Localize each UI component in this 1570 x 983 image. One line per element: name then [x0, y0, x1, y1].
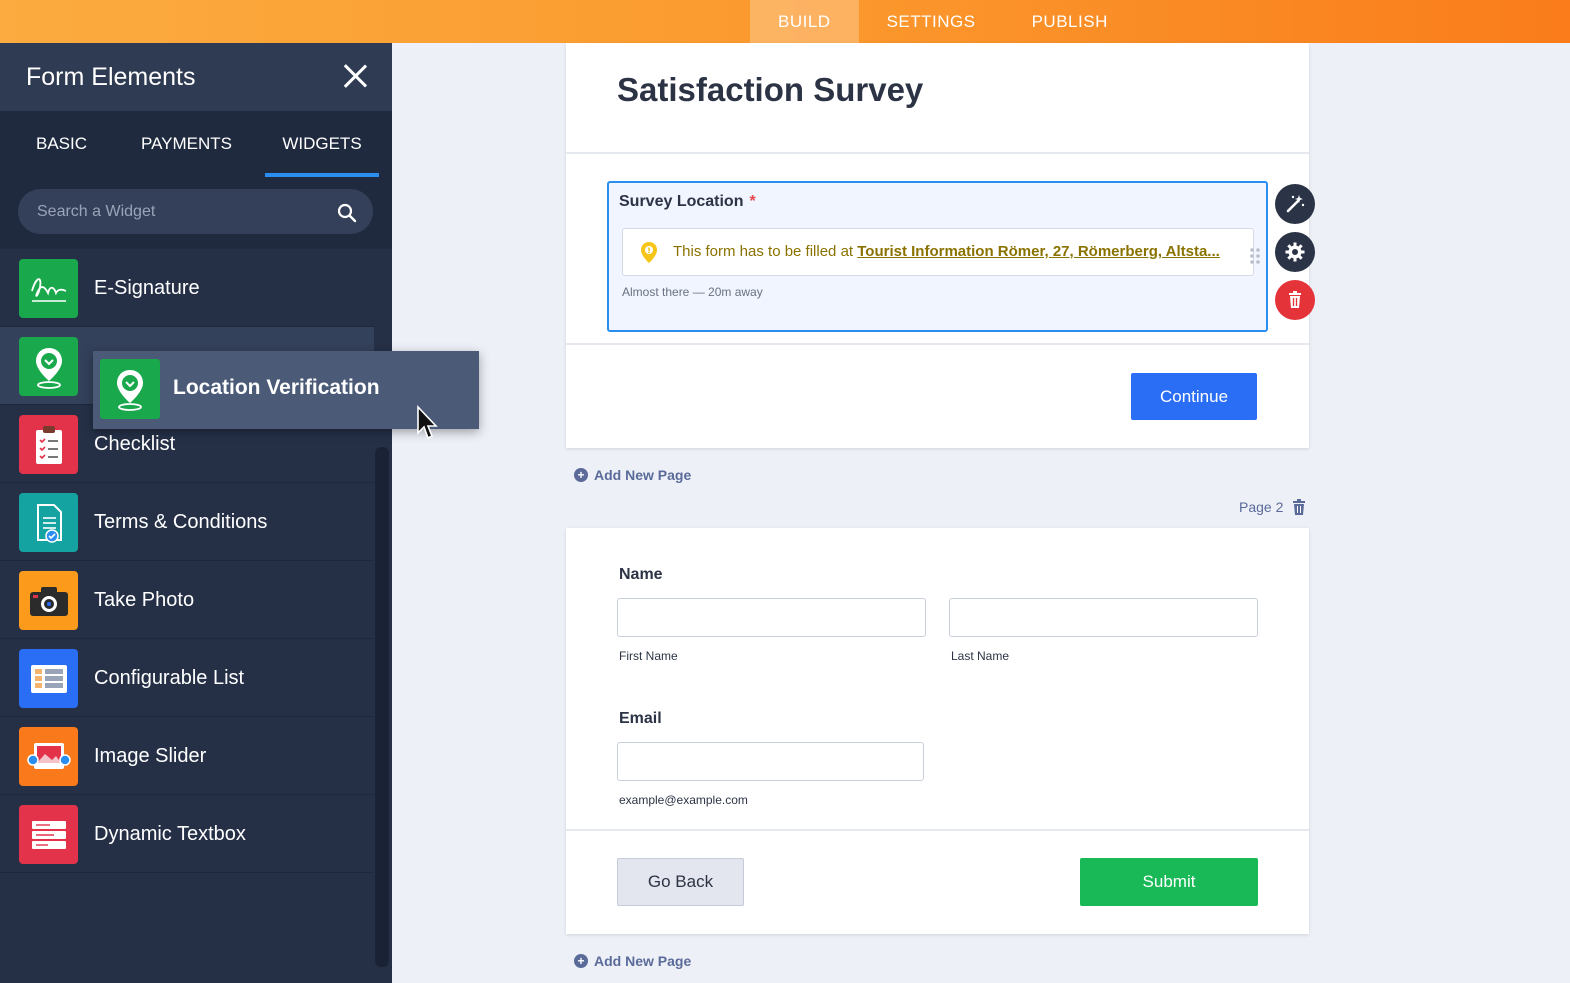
location-distance-text: Almost there — 20m away	[622, 285, 763, 299]
sidebar-scrollbar[interactable]	[375, 447, 389, 967]
widget-item-terms-conditions[interactable]: Terms & Conditions	[0, 483, 374, 561]
continue-button[interactable]: Continue	[1131, 373, 1257, 420]
form-title[interactable]: Satisfaction Survey	[617, 71, 923, 109]
tab-settings[interactable]: SETTINGS	[859, 0, 1004, 43]
widget-search-input[interactable]	[18, 189, 373, 234]
image-slider-icon	[19, 727, 78, 786]
first-name-input[interactable]	[617, 598, 926, 637]
map-pin-icon	[641, 242, 657, 263]
sidebar-tabs: BASIC PAYMENTS WIDGETS	[0, 111, 392, 177]
tab-build[interactable]: BUILD	[750, 0, 859, 43]
widget-item-label: Terms & Conditions	[94, 511, 268, 533]
location-notice-text: This form has to be filled at Tourist In…	[673, 243, 1220, 260]
gear-icon	[1285, 242, 1305, 262]
tab-payments[interactable]: PAYMENTS	[141, 111, 232, 177]
widget-item-e-signature[interactable]: E-Signature	[0, 249, 374, 327]
last-name-input[interactable]	[949, 598, 1258, 637]
top-bar: BUILD SETTINGS PUBLISH	[0, 0, 1570, 43]
first-name-sublabel: First Name	[619, 649, 678, 663]
submit-button[interactable]: Submit	[1080, 858, 1258, 906]
trash-icon[interactable]	[1292, 499, 1306, 515]
mouse-cursor-icon	[417, 405, 438, 440]
tab-publish[interactable]: PUBLISH	[1004, 0, 1136, 43]
dragged-widget-label: Location Verification	[173, 376, 380, 399]
plus-icon: +	[574, 954, 588, 968]
add-new-page-label: Add New Page	[594, 953, 692, 969]
tab-widgets[interactable]: WIDGETS	[265, 111, 379, 177]
widget-item-dynamic-textbox[interactable]: Dynamic Textbox	[0, 795, 374, 873]
required-mark: *	[749, 193, 756, 210]
form-page-2: Name First Name Last Name Email example@…	[566, 528, 1309, 934]
page-number-label: Page 2	[1239, 499, 1284, 515]
email-input[interactable]	[617, 742, 924, 781]
sidebar-title: Form Elements	[26, 63, 196, 91]
location-pin-icon	[19, 337, 78, 396]
divider	[566, 829, 1309, 831]
form-page-1: Satisfaction Survey Survey Location * Thi…	[566, 43, 1315, 448]
widget-list: E-Signature Checklist Terms & Conditions…	[0, 249, 374, 873]
checklist-icon	[19, 415, 78, 474]
widget-item-image-slider[interactable]: Image Slider	[0, 717, 374, 795]
list-grid-icon	[19, 649, 78, 708]
magic-wand-button[interactable]	[1275, 184, 1315, 224]
widget-item-label: Configurable List	[94, 667, 245, 689]
divider	[566, 343, 1309, 345]
last-name-sublabel: Last Name	[951, 649, 1010, 663]
field-label: Survey Location *	[619, 193, 756, 211]
divider	[566, 152, 1309, 154]
field-settings-button[interactable]	[1275, 232, 1315, 272]
delete-field-button[interactable]	[1275, 280, 1315, 320]
location-pin-icon	[100, 359, 160, 419]
widget-item-label: E-Signature	[94, 277, 200, 299]
go-back-button[interactable]: Go Back	[617, 858, 744, 906]
textbox-icon	[19, 805, 78, 864]
trash-icon	[1289, 291, 1301, 308]
tab-basic[interactable]: BASIC	[36, 111, 87, 177]
location-notice-box: This form has to be filled at Tourist In…	[622, 228, 1260, 276]
widget-item-label: Image Slider	[94, 745, 207, 767]
survey-location-field[interactable]: Survey Location * This form has to be fil…	[607, 181, 1268, 332]
widget-search-bar	[0, 177, 392, 249]
widget-item-take-photo[interactable]: Take Photo	[0, 561, 374, 639]
close-icon[interactable]	[342, 63, 368, 89]
drag-handle-icon[interactable]	[1249, 247, 1261, 265]
plus-icon: +	[574, 468, 588, 482]
widget-item-label: Take Photo	[94, 589, 195, 611]
add-new-page-button[interactable]: + Add New Page	[574, 467, 691, 483]
name-label: Name	[619, 566, 663, 583]
page-indicator: Page 2	[1239, 499, 1306, 515]
email-sublabel: example@example.com	[619, 793, 748, 807]
email-label: Email	[619, 710, 662, 727]
widget-item-configurable-list[interactable]: Configurable List	[0, 639, 374, 717]
widget-item-label: Checklist	[94, 433, 176, 455]
search-icon[interactable]	[337, 203, 357, 223]
sidebar-header: Form Elements	[0, 43, 392, 111]
form-elements-sidebar: Form Elements BASIC PAYMENTS WIDGETS E-S…	[0, 43, 392, 983]
document-check-icon	[19, 493, 78, 552]
magic-wand-icon	[1286, 195, 1305, 213]
add-new-page-button[interactable]: + Add New Page	[574, 953, 691, 969]
top-nav: BUILD SETTINGS PUBLISH	[750, 0, 1136, 43]
location-link[interactable]: Tourist Information Römer, 27, Römerberg…	[857, 243, 1220, 260]
add-new-page-label: Add New Page	[594, 467, 692, 483]
widget-item-label: Dynamic Textbox	[94, 823, 246, 845]
field-label-text: Survey Location	[619, 193, 744, 210]
location-notice-prefix: This form has to be filled at	[673, 243, 858, 260]
camera-icon	[19, 571, 78, 630]
signature-icon	[19, 259, 78, 318]
